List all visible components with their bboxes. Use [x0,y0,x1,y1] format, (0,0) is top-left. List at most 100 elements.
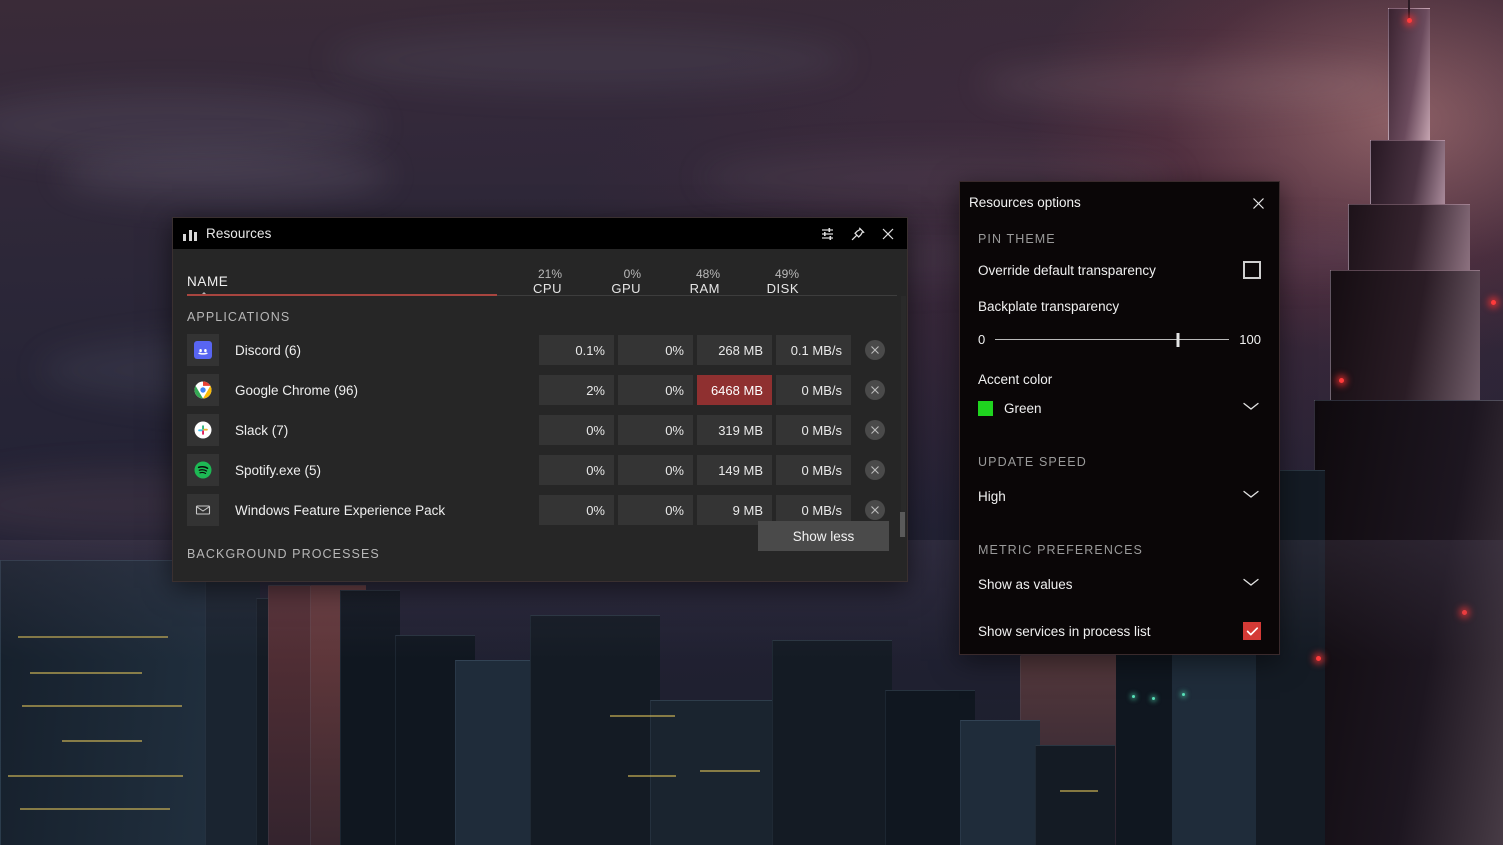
window-lights [628,775,676,777]
backplate-transparency-slider[interactable] [995,332,1230,347]
options-title: Resources options [969,195,1081,210]
row-backplate-transparency: Backplate transparency [978,294,1261,318]
accent-color-swatch [978,400,993,416]
cell-gpu: 0% [618,415,693,445]
update-speed-dropdown[interactable]: High [978,481,1261,511]
close-process-icon[interactable] [865,500,885,520]
skyline-building [455,660,540,845]
chevron-down-icon[interactable] [1241,575,1261,593]
building-light [1491,300,1496,305]
ram-label: RAM [689,280,720,296]
column-header-disk[interactable]: 49% DISK [720,267,799,296]
accent-color-dropdown[interactable]: Green [978,393,1261,423]
show-services-checkbox[interactable] [1243,622,1261,640]
group-label-pin-theme: PIN THEME [978,232,1056,246]
column-headers-metrics: 21% CPU 0% GPU 48% RAM 49% DISK [483,249,907,296]
show-services-label: Show services in process list [978,623,1151,639]
building-light [1152,697,1155,700]
row-override-transparency[interactable]: Override default transparency [978,258,1261,282]
process-list[interactable]: APPLICATIONS Discord (6) 0.1% 0% 268 MB … [173,296,907,537]
window-title: Resources [206,226,272,241]
options-body: PIN THEME Override default transparency … [960,182,1279,643]
cell-gpu: 0% [618,495,693,525]
cell-ram: 319 MB [697,415,772,445]
window-lights [20,808,170,810]
cell-cpu: 0% [539,455,614,485]
cell-disk: 0 MB/s [776,455,851,485]
desktop-background: Resources NAME 21% CPU 0% GPU 48% RAM 49… [0,0,1503,845]
cell-disk: 0 MB/s [776,375,851,405]
close-process-icon[interactable] [865,340,885,360]
cell-ram: 149 MB [697,455,772,485]
column-header-gpu[interactable]: 0% GPU [562,267,641,296]
row-show-services[interactable]: Show services in process list [978,619,1261,643]
close-process-icon[interactable] [865,380,885,400]
resources-window[interactable]: Resources NAME 21% CPU 0% GPU 48% RAM 49… [172,217,908,582]
update-speed-value: High [978,488,1006,504]
disk-label: DISK [766,280,799,296]
chevron-down-icon[interactable] [1241,399,1261,417]
cell-cpu: 0% [539,495,614,525]
slider-min-label: 0 [978,332,986,347]
table-row[interactable]: Discord (6) 0.1% 0% 268 MB 0.1 MB/s [173,334,907,366]
cell-gpu: 0% [618,375,693,405]
skyline-tower [1388,8,1430,146]
settings-sliders-icon[interactable] [813,220,843,248]
resources-options-panel[interactable]: Resources options PIN THEME Override def… [959,181,1280,655]
section-label-background-processes: BACKGROUND PROCESSES [187,547,380,561]
column-header-cpu[interactable]: 21% CPU [483,267,562,296]
pin-icon[interactable] [843,220,873,248]
skyline-tower [1314,400,1503,845]
scrollbar-track[interactable] [900,296,906,537]
cell-ram: 6468 MB [697,375,772,405]
accent-color-value: Green [1004,400,1042,416]
table-row[interactable]: Google Chrome (96) 2% 0% 6468 MB 0 MB/s [173,374,907,406]
row-accent-color-label: Accent color [978,367,1261,391]
list-footer: BACKGROUND PROCESSES Show less [173,521,907,581]
process-name: Discord (6) [235,342,302,358]
chevron-down-icon[interactable] [1241,487,1261,505]
scrollbar-thumb[interactable] [900,512,905,537]
building-light [1462,610,1467,615]
slack-icon [187,414,219,446]
close-icon[interactable] [1243,188,1273,218]
window-titlebar[interactable]: Resources [173,218,907,249]
window-lights [700,770,760,772]
google-chrome-icon [187,374,219,406]
column-header-ram[interactable]: 48% RAM [641,267,720,296]
building-light [1316,656,1321,661]
ram-total-percent: 48% [695,266,720,281]
override-transparency-checkbox[interactable] [1243,261,1261,279]
skyline-tower [1330,270,1480,410]
bar-chart-icon [183,227,197,241]
window-lights [610,715,675,717]
cell-ram: 268 MB [697,335,772,365]
skyline-building [205,580,260,845]
building-light [1339,378,1344,383]
close-icon[interactable] [873,220,903,248]
gpu-total-percent: 0% [623,266,641,281]
close-process-icon[interactable] [865,460,885,480]
cell-disk: 0 MB/s [776,415,851,445]
antenna [1408,0,1410,20]
group-label-update-speed: UPDATE SPEED [978,455,1087,469]
cell-gpu: 0% [618,335,693,365]
backplate-transparency-slider-row[interactable]: 0 100 [978,332,1261,347]
column-header-name[interactable]: NAME [173,249,483,298]
slider-thumb[interactable] [1176,332,1180,347]
metric-display-mode-value: Show as values [978,576,1073,592]
metric-display-mode-dropdown[interactable]: Show as values [978,569,1261,599]
accent-color-label: Accent color [978,371,1053,387]
skyline-building [340,590,400,845]
gpu-label: GPU [611,280,641,296]
skyline-building [960,720,1040,845]
spotify-icon [187,454,219,486]
close-process-icon[interactable] [865,420,885,440]
cell-disk: 0.1 MB/s [776,335,851,365]
table-row[interactable]: Spotify.exe (5) 0% 0% 149 MB 0 MB/s [173,454,907,486]
tower-beacon [1407,18,1412,23]
table-row[interactable]: Slack (7) 0% 0% 319 MB 0 MB/s [173,414,907,446]
skyline-building [530,615,660,845]
show-less-button[interactable]: Show less [758,521,889,551]
skyline-building [0,560,222,845]
